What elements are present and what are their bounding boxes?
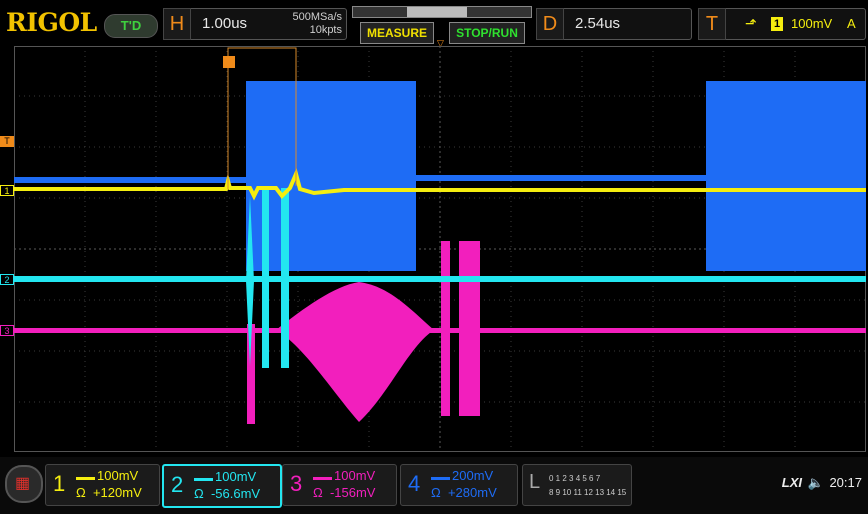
measure-button[interactable]: MEASURE [360,22,434,44]
ch3-scale-text: 100mV [334,468,376,483]
trigger-level-marker[interactable]: T [0,136,14,147]
speaker-icon[interactable]: 🔈 [808,475,824,490]
horizontal-panel[interactable]: H 1.00us 500MSa/s 10kpts [163,8,347,40]
memory-window [407,7,467,17]
clock-time: 20:17 [829,475,862,490]
ch2-offset-marker-label: 2 [4,275,10,285]
menu-grid-icon: ▦ [15,475,31,492]
ch3-impedance: Ω [313,485,323,500]
rising-edge-icon: ⬏ [745,15,757,31]
ch3-offset-marker[interactable]: 3 [0,325,14,336]
main-menu-button[interactable]: ▦ [5,465,43,503]
ch4-offset: Ω +280mV [431,485,497,500]
timebase-value: 1.00us [202,15,248,32]
ch2-number: 2 [171,472,184,497]
trigger-level: 100mV [791,16,833,31]
ch1-offset-text: +120mV [92,485,142,500]
ch1-offset-marker-label: 1 [4,186,10,196]
waveform-display[interactable] [14,46,866,452]
waveform-icon: ▬▬ [313,472,332,483]
trigger-source-badge: 1 [771,17,783,31]
ch3-offset-text: -156mV [329,485,376,500]
delay-letter: D [536,8,564,40]
ch3-scale: ▬▬ 100mV [313,468,375,483]
ch4-setting[interactable]: 4 ▬▬ 200mV Ω +280mV [400,464,518,506]
ch3-offset: Ω -156mV [313,485,375,500]
ch1-offset-marker[interactable]: 1 [0,185,14,196]
ch2-setting[interactable]: 2 ▬▬ 100mV Ω -56.6mV [162,464,282,508]
ch4-number: 4 [408,471,421,496]
run-status-badge[interactable]: T'D [104,14,158,38]
ch3-offset-marker-label: 3 [4,326,10,336]
ch1-offset: Ω +120mV [76,485,142,500]
system-status: LXI 🔈 20:17 [782,475,862,491]
lxi-logo: LXI [781,475,803,490]
ch4-impedance: Ω [431,485,441,500]
ch1-setting[interactable]: 1 ▬▬ 100mV Ω +120mV [45,464,160,506]
memory-depth: 10kpts [309,24,342,36]
delay-panel[interactable]: D 2.54us [536,8,692,40]
ch1-impedance: Ω [76,485,86,500]
waveform-icon: ▬▬ [194,473,213,484]
trigger-panel[interactable]: T ⬏ 1 100mV A [698,8,866,40]
ch2-offset: Ω -56.6mV [194,486,260,501]
logic-analyzer-setting[interactable]: L 0 1 2 3 4 5 6 7 8 9 10 11 12 13 14 15 [522,464,632,506]
ch3-number: 3 [290,471,303,496]
ch1-scale: ▬▬ 100mV [76,468,138,483]
ch2-scale: ▬▬ 100mV [194,469,256,484]
waveform-icon: ▬▬ [76,472,95,483]
ch2-impedance: Ω [194,486,204,501]
ch2-offset-marker[interactable]: 2 [0,274,14,285]
logic-channels-row2: 8 9 10 11 12 13 14 15 [549,488,627,497]
stop-run-button[interactable]: STOP/RUN [449,22,525,44]
trigger-time-marker[interactable] [223,56,235,68]
delay-value: 2.54us [575,15,621,32]
bottom-bar: ▦ 1 ▬▬ 100mV Ω +120mV 2 ▬▬ 100mV Ω -56.6mV… [0,457,868,514]
ch3-setting[interactable]: 3 ▬▬ 100mV Ω -156mV [282,464,397,506]
sample-rate: 500MSa/s [292,11,342,23]
horizontal-letter: H [163,8,191,40]
trigger-mode: A [847,16,856,31]
logic-letter: L [529,471,541,493]
memory-overview-strip[interactable] [352,6,532,18]
ch4-scale-text: 200mV [452,468,494,483]
brand-logo: RIGOL [6,8,97,37]
waveform-icon: ▬▬ [431,472,450,483]
ch2-offset-text: -56.6mV [210,486,261,501]
ch2-scale-text: 100mV [215,469,257,484]
logic-channels-row1: 0 1 2 3 4 5 6 7 [549,474,601,483]
trigger-level-marker-label: T [4,136,10,146]
top-bar: RIGOL T'D H 1.00us 500MSa/s 10kpts MEASU… [0,0,868,48]
ch1-scale-text: 100mV [97,468,139,483]
ch4-offset-text: +280mV [447,485,497,500]
trigger-letter: T [698,8,726,40]
ch1-number: 1 [53,471,66,496]
ch4-scale: ▬▬ 200mV [431,468,493,483]
